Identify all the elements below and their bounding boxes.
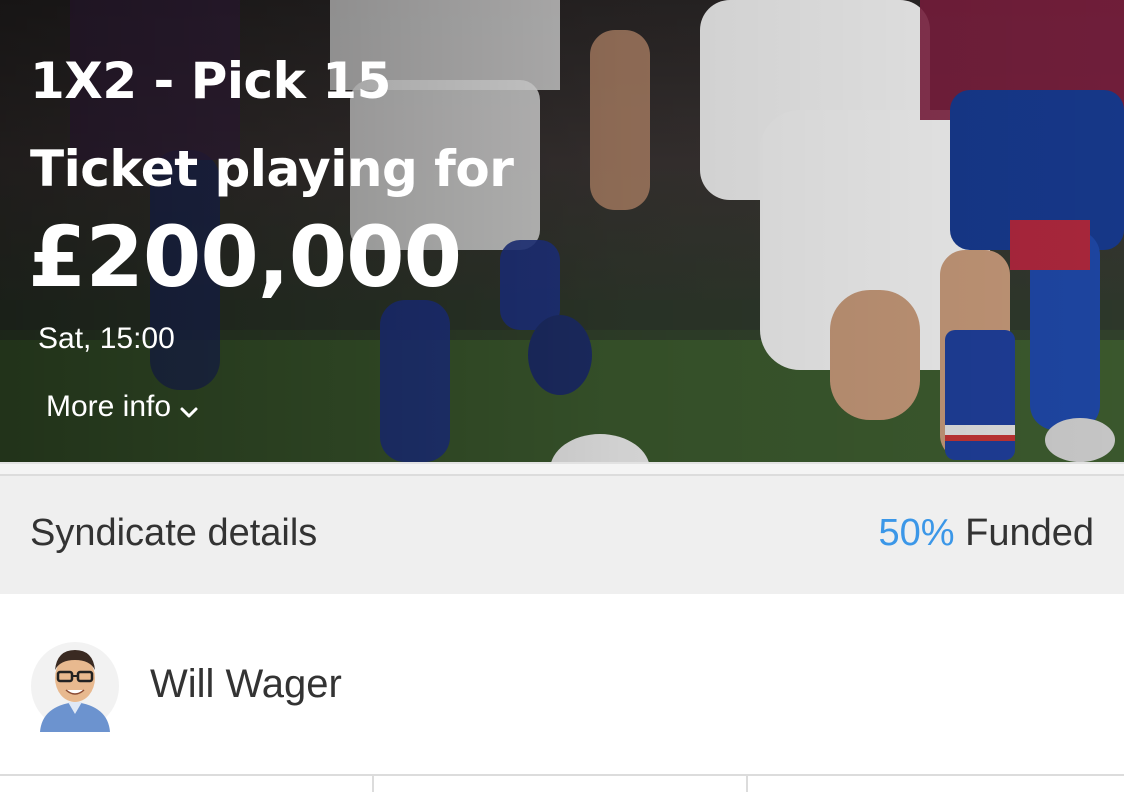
more-info-label: More info [46,390,172,423]
prize-amount: £200,000 [28,208,462,306]
funded-label: Funded [954,512,1094,554]
funded-percent: 50% [878,512,955,554]
column-separator [746,776,748,792]
section-divider [0,462,1124,476]
kickoff-time: Sat, 15:00 [38,322,175,355]
avatar [30,636,120,732]
ticket-subtitle: Ticket playing for [30,140,514,198]
bottom-divider [0,774,1124,792]
column-separator [372,776,374,792]
more-info-toggle[interactable]: More info [46,390,199,424]
member-name: Will Wager [150,662,342,706]
funded-status: 50% Funded [878,512,1094,555]
syndicate-details-label: Syndicate details [30,512,318,554]
chevron-down-icon [179,397,199,418]
game-title: 1X2 - Pick 15 [30,52,391,110]
